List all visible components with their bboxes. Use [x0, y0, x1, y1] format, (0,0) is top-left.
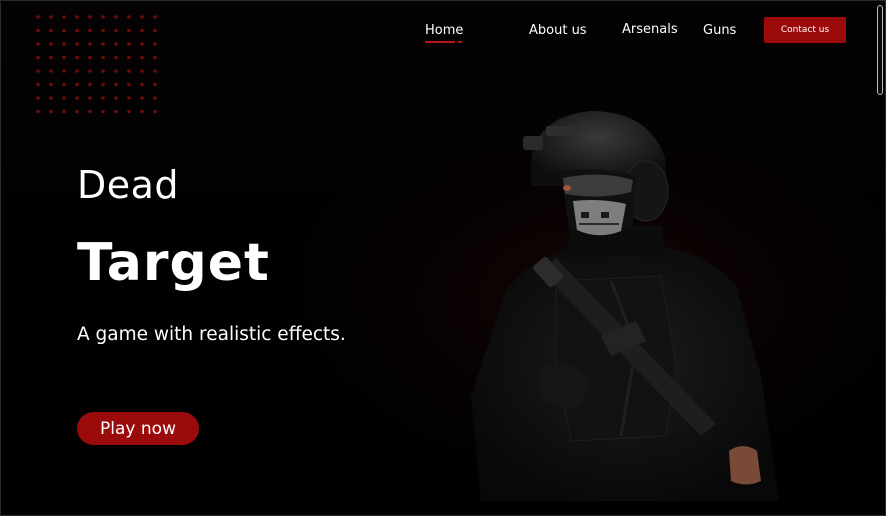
- dot: [36, 28, 40, 33]
- dot: [62, 82, 66, 87]
- dot: [75, 15, 79, 19]
- dot: [101, 42, 105, 46]
- dot: [114, 15, 118, 19]
- hero-tagline: A game with realistic effects.: [77, 324, 346, 345]
- dot: [49, 15, 53, 19]
- dot: [62, 96, 66, 100]
- dot: [153, 15, 157, 19]
- dot: [101, 28, 105, 33]
- nav-arsenals-link[interactable]: Arsenals: [622, 22, 678, 37]
- dot: [101, 109, 105, 114]
- active-nav-underline-dot: [458, 41, 462, 43]
- dot: [140, 69, 144, 73]
- dot: [62, 15, 66, 19]
- dot: [140, 55, 144, 60]
- dot: [153, 28, 157, 33]
- dot: [75, 69, 79, 73]
- dot: [140, 96, 144, 100]
- dot: [75, 82, 79, 87]
- page-canvas: Home About us Arsenals Guns Contact us D…: [0, 0, 886, 516]
- dot: [49, 28, 53, 33]
- dot: [88, 55, 92, 60]
- scrollbar[interactable]: [875, 3, 883, 513]
- dot: [153, 96, 157, 100]
- dot: [153, 82, 157, 87]
- dot: [88, 69, 92, 73]
- soldier-image: [471, 111, 779, 501]
- dot: [88, 42, 92, 46]
- nav-about-link[interactable]: About us: [529, 23, 587, 38]
- dot: [153, 42, 157, 46]
- dot: [127, 96, 131, 100]
- dot: [127, 69, 131, 73]
- scrollbar-thumb[interactable]: [877, 5, 883, 95]
- dot: [36, 96, 40, 100]
- dot: [101, 96, 105, 100]
- dot: [49, 42, 53, 46]
- dot: [127, 109, 131, 114]
- dot: [75, 28, 79, 33]
- dot: [127, 15, 131, 19]
- dot: [140, 42, 144, 46]
- dot: [49, 109, 53, 114]
- dot: [101, 69, 105, 73]
- dot: [114, 28, 118, 33]
- dot: [127, 55, 131, 60]
- play-now-button[interactable]: Play now: [77, 412, 199, 445]
- dot: [140, 28, 144, 33]
- dot-grid-decoration: [36, 15, 157, 114]
- dot: [114, 42, 118, 46]
- dot: [88, 109, 92, 114]
- dot: [88, 15, 92, 19]
- dot: [62, 42, 66, 46]
- dot: [62, 69, 66, 73]
- dot: [153, 109, 157, 114]
- dot: [114, 96, 118, 100]
- dot: [140, 15, 144, 19]
- dot: [114, 82, 118, 87]
- dot: [36, 42, 40, 46]
- dot: [75, 109, 79, 114]
- dot: [101, 82, 105, 87]
- dot: [140, 109, 144, 114]
- nav-guns-link[interactable]: Guns: [703, 23, 736, 38]
- dot: [36, 15, 40, 19]
- dot: [49, 55, 53, 60]
- dot: [114, 69, 118, 73]
- dot: [127, 28, 131, 33]
- dot: [36, 55, 40, 60]
- contact-us-button[interactable]: Contact us: [764, 17, 846, 43]
- dot: [114, 55, 118, 60]
- dot: [75, 55, 79, 60]
- dot: [49, 82, 53, 87]
- dot: [140, 82, 144, 87]
- dot: [101, 55, 105, 60]
- dot: [62, 28, 66, 33]
- hero-title-line1: Dead: [77, 163, 180, 207]
- dot: [88, 96, 92, 100]
- dot: [153, 55, 157, 60]
- dot: [153, 69, 157, 73]
- dot: [62, 55, 66, 60]
- dot: [75, 96, 79, 100]
- dot: [62, 109, 66, 114]
- dot: [49, 96, 53, 100]
- dot: [36, 109, 40, 114]
- dot: [101, 15, 105, 19]
- dot: [36, 82, 40, 87]
- dot: [49, 69, 53, 73]
- hero-title-line2: Target: [77, 233, 270, 293]
- active-nav-underline: [425, 41, 455, 43]
- dot: [88, 82, 92, 87]
- dot: [127, 82, 131, 87]
- dot: [88, 28, 92, 33]
- dot: [75, 42, 79, 46]
- dot: [114, 109, 118, 114]
- nav-home-link[interactable]: Home: [425, 23, 463, 38]
- dot: [127, 42, 131, 46]
- dot: [36, 69, 40, 73]
